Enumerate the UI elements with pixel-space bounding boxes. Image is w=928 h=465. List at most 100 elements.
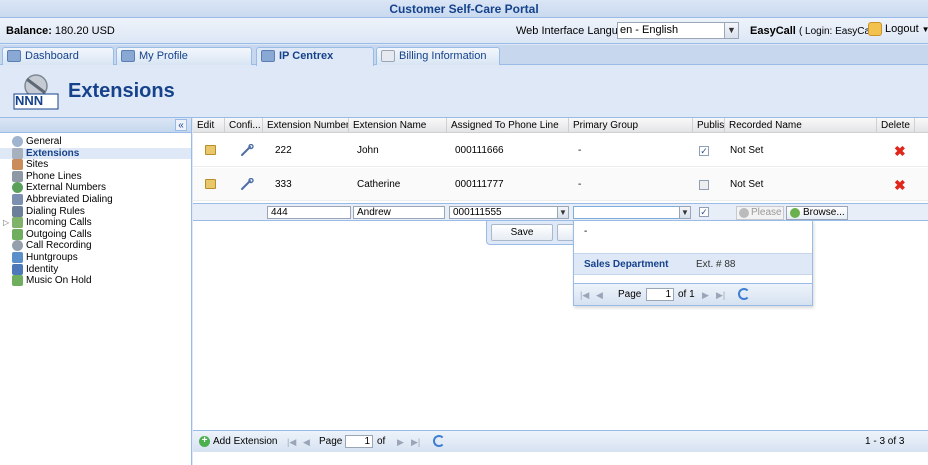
column-header[interactable]: Delete <box>877 118 915 133</box>
sidebar-item-dialing-rules[interactable]: Dialing Rules <box>0 205 191 218</box>
save-button[interactable]: Save <box>491 224 553 241</box>
edit-icon[interactable] <box>205 145 216 155</box>
chevron-down-icon[interactable]: ▼ <box>724 23 738 38</box>
music-on-hold-icon <box>12 275 23 287</box>
expand-arrow-icon[interactable]: ▷ <box>3 217 9 229</box>
last-page-icon[interactable]: ▶| <box>716 290 725 301</box>
published-checkbox[interactable] <box>699 180 709 190</box>
sidebar-item-external-numbers[interactable]: External Numbers <box>0 182 191 194</box>
collapse-icon[interactable]: « <box>175 119 187 131</box>
sidebar-item-incoming-calls[interactable]: ▷ Incoming Calls <box>0 217 191 229</box>
incoming-calls-icon <box>12 217 23 229</box>
column-header[interactable]: Extension Number <box>263 118 349 133</box>
first-page-icon[interactable]: |◀ <box>287 437 296 448</box>
tab-billing-information[interactable]: Billing Information <box>376 47 500 65</box>
recorded-name-field[interactable]: Please <box>736 206 784 220</box>
extension-number: 333 <box>275 179 292 190</box>
prev-page-icon[interactable]: ◀ <box>596 290 603 301</box>
sidebar-item-label: Identity <box>26 263 59 275</box>
wrench-icon[interactable] <box>240 144 254 156</box>
last-page-icon[interactable]: ▶| <box>411 437 420 448</box>
of-label: of 1 <box>678 289 695 300</box>
prev-page-icon[interactable]: ◀ <box>303 437 310 448</box>
wrench-icon[interactable] <box>240 178 254 190</box>
balance: Balance: 180.20 USD <box>6 25 115 37</box>
dropdown-option-selected[interactable]: Sales Department Ext. # 88 <box>574 253 812 275</box>
browse-button[interactable]: Browse... <box>786 206 848 220</box>
huntgroups-icon <box>12 251 23 263</box>
page-input[interactable]: 1 <box>646 288 674 301</box>
sidebar-item-music-on-hold[interactable]: Music On Hold <box>0 275 191 287</box>
sidebar-item-phone-lines[interactable]: Phone Lines <box>0 170 191 183</box>
sidebar-item-label: Call Recording <box>26 240 92 252</box>
portal-title: Customer Self-Care Portal <box>0 0 928 18</box>
add-extension-button[interactable]: Add Extension <box>213 431 278 453</box>
primary-group-select[interactable]: ▼ <box>573 206 691 219</box>
dropdown-paging: |◀ ◀ Page 1 of 1 ▶ ▶| <box>574 283 812 305</box>
refresh-icon[interactable] <box>738 288 750 300</box>
tab-label: My Profile <box>139 50 188 62</box>
dropdown-option[interactable]: - <box>574 221 812 243</box>
extension-name-input[interactable]: Andrew <box>353 206 445 219</box>
sidebar-item-abbreviated-dialing[interactable]: Abbreviated Dialing <box>0 193 191 206</box>
sidebar-item-label: General <box>26 136 62 147</box>
column-header[interactable]: Extension Name <box>349 118 447 133</box>
extensions-grid: Edit Confi... Extension Number Extension… <box>193 118 928 465</box>
extension-name: John <box>357 145 379 156</box>
sidebar-item-general[interactable]: General <box>0 136 191 148</box>
extension-number-input[interactable]: 444 <box>267 206 351 219</box>
edit-icon[interactable] <box>205 179 216 189</box>
language-select[interactable]: en - English ▼ <box>617 22 739 39</box>
first-page-icon[interactable]: |◀ <box>580 290 589 301</box>
next-page-icon[interactable]: ▶ <box>702 290 709 301</box>
sidebar-item-label: Incoming Calls <box>26 217 92 229</box>
sidebar-item-huntgroups[interactable]: Huntgroups <box>0 251 191 264</box>
sidebar-item-outgoing-calls[interactable]: Outgoing Calls <box>0 228 191 241</box>
primary-group: - <box>578 179 582 190</box>
option-label: Sales Department <box>584 259 669 270</box>
balance-label: Balance: <box>6 25 52 37</box>
column-header[interactable]: Primary Group <box>569 118 693 133</box>
delete-icon[interactable]: ✖ <box>894 143 906 160</box>
tab-ip-centrex[interactable]: IP Centrex <box>256 47 374 66</box>
refresh-icon[interactable] <box>433 435 445 447</box>
published-checkbox[interactable]: ✓ <box>699 207 709 217</box>
column-header[interactable]: Edit <box>193 118 225 133</box>
sidebar-item-label: Huntgroups <box>26 251 78 263</box>
column-header[interactable]: Assigned To Phone Line <box>447 118 569 133</box>
grid-paging-toolbar: + Add Extension |◀ ◀ Page 1 of ▶ ▶| 1 - … <box>193 430 928 452</box>
tab-dashboard[interactable]: Dashboard <box>2 47 114 65</box>
sidebar-item-sites[interactable]: Sites <box>0 159 191 171</box>
chevron-down-icon[interactable]: ▼ <box>679 206 691 219</box>
column-header[interactable]: Recorded Name <box>725 118 877 133</box>
add-icon[interactable]: + <box>199 436 210 447</box>
sidebar-item-label: Sites <box>26 159 49 171</box>
next-page-icon[interactable]: ▶ <box>397 437 404 448</box>
sidebar-item-label: External Numbers <box>26 182 107 194</box>
sidebar: « General Extensions Sites Phone Lines E… <box>0 118 192 465</box>
sidebar-item-call-recording[interactable]: Call Recording <box>0 240 191 252</box>
column-header[interactable]: Publis... <box>693 118 725 133</box>
published-checkbox[interactable]: ✓ <box>699 146 709 156</box>
sidebar-item-extensions[interactable]: Extensions <box>0 147 191 160</box>
phone-line-select[interactable]: 000111555 ▼ <box>449 206 569 219</box>
sidebar-item-label: Dialing Rules <box>26 205 85 217</box>
edit-row: 444 Andrew 000111555 ▼ ▼ ✓ Please Browse… <box>193 203 928 221</box>
tab-label: IP Centrex <box>279 50 334 62</box>
sidebar-item-label: Extensions <box>26 147 80 159</box>
table-row[interactable]: 333 Catherine 000111777 - Not Set ✖ <box>193 168 928 201</box>
column-header[interactable]: Confi... <box>225 118 263 133</box>
extension-number: 222 <box>275 145 292 156</box>
sidebar-item-identity[interactable]: Identity <box>0 263 191 276</box>
page-title: Extensions <box>68 80 175 102</box>
delete-icon[interactable]: ✖ <box>894 177 906 194</box>
logout-button[interactable]: Logout ▼ <box>868 22 928 36</box>
page-input[interactable]: 1 <box>345 435 373 448</box>
tab-my-profile[interactable]: My Profile <box>116 47 252 65</box>
sidebar-header: « <box>0 118 191 133</box>
chevron-down-icon[interactable]: ▼ <box>557 206 569 219</box>
sidebar-item-label: Phone Lines <box>26 170 82 182</box>
extensions-icon <box>12 147 23 159</box>
chevron-down-icon[interactable]: ▼ <box>922 25 928 34</box>
table-row[interactable]: 222 John 000111666 - ✓ Not Set ✖ <box>193 134 928 167</box>
